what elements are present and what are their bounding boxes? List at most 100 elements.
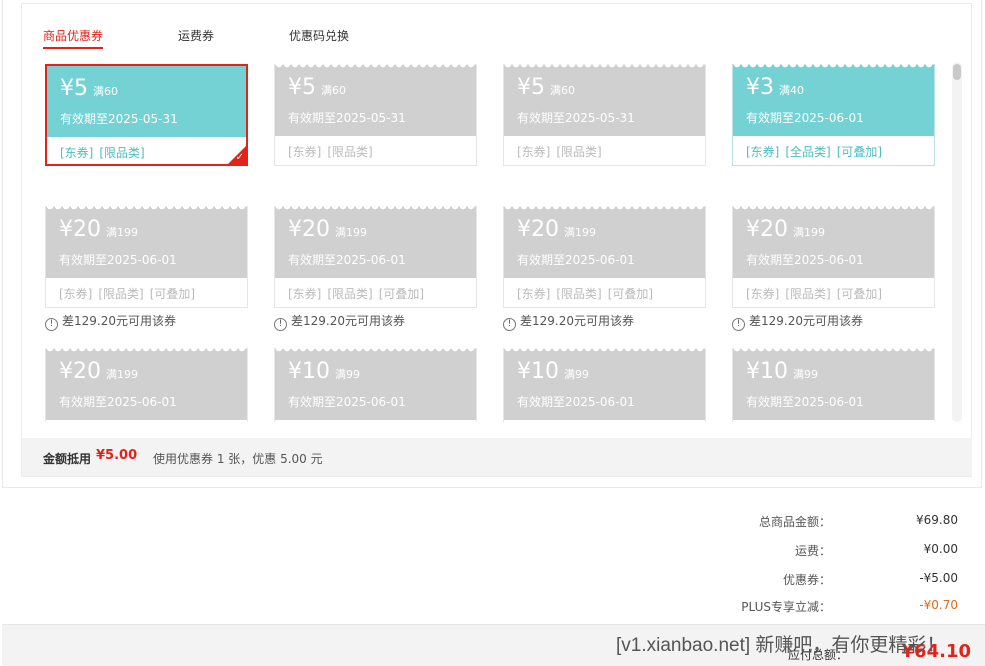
coupon-tag: [东券] [288, 287, 322, 301]
coupon-tag: [东券] [746, 287, 780, 301]
coupon-price: ¥20 [59, 359, 101, 384]
coupon-expiry: 有效期至2025-05-31 [517, 111, 635, 125]
coupon-card[interactable]: ¥20 满199 有效期至2025-06-01 [东券] [限品类] [可叠加] [732, 206, 935, 308]
check-icon: ✓ [235, 152, 244, 163]
coupon-price: ¥20 [59, 217, 101, 242]
coupon-card[interactable]: ¥5 满60 有效期至2025-05-31 [东券] [限品类] ✓ [45, 64, 248, 166]
notice-text: 差129.20元可用该券 [291, 314, 405, 328]
info-icon: ! [503, 318, 516, 331]
notice-text: 差129.20元可用该券 [520, 314, 634, 328]
coupon-card[interactable]: ¥5 满60 有效期至2025-05-31 [东券] [限品类] [274, 64, 477, 166]
coupon-tag: [东券] [517, 145, 551, 159]
coupon-tag: [东券] [59, 287, 93, 301]
coupon-list-scrollbar[interactable] [952, 62, 962, 422]
coupon-notice: ! 差129.20元可用该券 [45, 312, 176, 331]
coupon-condition: 满199 [106, 368, 138, 381]
coupon-price: ¥10 [288, 359, 330, 384]
coupon-condition: 满99 [335, 368, 360, 381]
coupon-tag: [东券] [288, 145, 322, 159]
total-label: 总商品金额： [758, 515, 831, 529]
coupon-price: ¥10 [517, 359, 559, 384]
coupon-price: ¥10 [746, 359, 788, 384]
discount-description: 使用优惠券 1 张，优惠 5.00 元 [153, 452, 323, 466]
scroll-thumb[interactable] [953, 64, 961, 80]
coupon-card[interactable]: ¥20 满199 有效期至2025-06-01 [东券] [限品类] [可叠加] [503, 206, 706, 308]
coupon-notice: ! 差129.20元可用该券 [732, 312, 863, 331]
coupon-tag: [可叠加] [836, 287, 883, 301]
coupon-tag: [可叠加] [149, 287, 196, 301]
coupon-expiry: 有效期至2025-06-01 [746, 253, 864, 267]
coupon-condition: 满199 [793, 226, 825, 239]
coupon-amount: ¥10 满99 [746, 359, 818, 385]
coupon-expiry: 有效期至2025-06-01 [746, 395, 864, 409]
coupon-face: ¥20 满199 有效期至2025-06-01 [46, 348, 247, 420]
total-value: ¥69.80 [916, 513, 958, 527]
coupon-tag: [限品类] [98, 287, 144, 301]
coupon-face: ¥10 满99 有效期至2025-06-01 [733, 348, 934, 420]
coupon-tags: [东券] [限品类] [可叠加] [746, 285, 888, 302]
tab-promo-code[interactable]: 优惠码兑换 [289, 27, 349, 47]
coupon-face: ¥20 满199 有效期至2025-06-01 [504, 206, 705, 278]
coupon-amount: ¥20 满199 [746, 217, 825, 243]
coupon-amount: ¥5 满60 [517, 75, 575, 101]
coupon-card[interactable]: ¥20 满199 有效期至2025-06-01 [45, 348, 248, 422]
coupon-tag: [可叠加] [378, 287, 425, 301]
coupon-tags: [东券] [限品类] [517, 143, 608, 160]
discount-amount: ¥5.00 [96, 448, 138, 463]
coupon-card[interactable]: ¥3 满40 有效期至2025-06-01 [东券] [全品类] [可叠加] [732, 64, 935, 166]
coupon-face: ¥5 满60 有效期至2025-05-31 [47, 66, 246, 137]
coupon-tags: [东券] [限品类] [60, 144, 151, 161]
coupon-expiry: 有效期至2025-05-31 [288, 111, 406, 125]
coupon-face: ¥20 满199 有效期至2025-06-01 [275, 206, 476, 278]
total-label: PLUS专享立减： [741, 600, 831, 614]
coupon-amount: ¥5 满60 [288, 75, 346, 101]
total-value: ¥0.00 [923, 542, 958, 556]
coupon-expiry: 有效期至2025-06-01 [288, 253, 406, 267]
coupon-condition: 满99 [793, 368, 818, 381]
coupon-expiry: 有效期至2025-06-01 [517, 253, 635, 267]
coupon-tags: [东券] [全品类] [可叠加] [746, 143, 888, 160]
coupon-amount: ¥3 满40 [746, 75, 804, 101]
coupon-expiry: 有效期至2025-06-01 [517, 395, 635, 409]
coupon-card[interactable]: ¥20 满199 有效期至2025-06-01 [东券] [限品类] [可叠加] [274, 206, 477, 308]
coupon-price: ¥20 [517, 217, 559, 242]
coupon-condition: 满199 [335, 226, 367, 239]
info-icon: ! [732, 318, 745, 331]
coupon-amount: ¥5 满60 [60, 76, 118, 102]
discount-label: 金额抵用 [43, 452, 92, 466]
coupon-card[interactable]: ¥5 满60 有效期至2025-05-31 [东券] [限品类] [503, 64, 706, 166]
watermark: [v1.xianbao.net] 新赚吧，有你更精彩！ [616, 635, 946, 656]
coupon-face: ¥3 满40 有效期至2025-06-01 [733, 64, 934, 136]
info-icon: ! [274, 318, 287, 331]
coupon-condition: 满60 [321, 84, 346, 97]
coupon-amount: ¥20 满199 [59, 359, 138, 385]
coupon-expiry: 有效期至2025-05-31 [60, 112, 178, 126]
coupon-condition: 满60 [550, 84, 575, 97]
coupon-face: ¥5 满60 有效期至2025-05-31 [504, 64, 705, 136]
coupon-face: ¥20 满199 有效期至2025-06-01 [733, 206, 934, 278]
coupon-card[interactable]: ¥20 满199 有效期至2025-06-01 [东券] [限品类] [可叠加] [45, 206, 248, 308]
coupon-condition: 满199 [564, 226, 596, 239]
coupon-amount: ¥20 满199 [517, 217, 596, 243]
coupon-face: ¥10 满99 有效期至2025-06-01 [275, 348, 476, 420]
total-row: 总商品金额： ¥69.80 [0, 513, 971, 533]
coupon-expiry: 有效期至2025-06-01 [746, 111, 864, 125]
coupon-amount: ¥10 满99 [288, 359, 360, 385]
tab-product-coupons[interactable]: 商品优惠券 [43, 27, 104, 49]
coupon-tag: [可叠加] [607, 287, 654, 301]
coupon-amount: ¥10 满99 [517, 359, 589, 385]
coupon-notice: ! 差129.20元可用该券 [503, 312, 634, 331]
coupon-tag: [可叠加] [836, 145, 883, 159]
coupon-condition: 满99 [564, 368, 589, 381]
tab-shipping-coupons[interactable]: 运费券 [178, 27, 214, 47]
coupon-price: ¥5 [60, 76, 88, 101]
coupon-condition: 满199 [106, 226, 138, 239]
coupon-tags: [东券] [限品类] [可叠加] [517, 285, 659, 302]
coupon-price: ¥20 [746, 217, 788, 242]
coupon-tag: [限品类] [556, 145, 602, 159]
coupon-card[interactable]: ¥10 满99 有效期至2025-06-01 [732, 348, 935, 422]
coupon-card[interactable]: ¥10 满99 有效期至2025-06-01 [274, 348, 477, 422]
coupon-tags: [东券] [限品类] [288, 143, 379, 160]
coupon-list[interactable]: ¥5 满60 有效期至2025-05-31 [东券] [限品类] ✓ ¥5 满60 有效期至20… [22, 60, 950, 422]
coupon-card[interactable]: ¥10 满99 有效期至2025-06-01 [503, 348, 706, 422]
